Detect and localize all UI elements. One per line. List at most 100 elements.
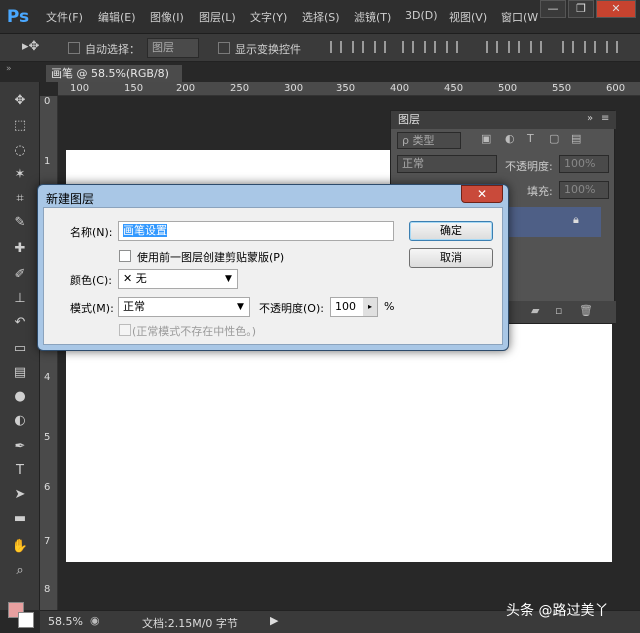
align-top-icon[interactable] — [330, 41, 342, 53]
filter-smart-icon[interactable]: ▤ — [571, 132, 581, 145]
filter-type-icon[interactable]: T — [527, 132, 534, 145]
layer-name-input[interactable]: 画笔设置 — [118, 221, 394, 241]
magic-wand-tool-icon[interactable]: ✶ — [10, 166, 30, 184]
eraser-tool-icon[interactable]: ▭ — [10, 340, 30, 358]
auto-select-checkbox[interactable] — [68, 42, 80, 54]
mode-dropdown[interactable]: 正常 ▼ — [118, 297, 250, 317]
restore-button[interactable]: ❐ — [568, 0, 594, 18]
align-hcenter-icon[interactable] — [424, 41, 436, 53]
menu-filter[interactable]: 滤镜(T) — [354, 9, 391, 25]
dropdown-arrow-icon: ▼ — [225, 274, 232, 284]
panel-collapse-icon[interactable]: » — [587, 113, 593, 124]
zoom-level[interactable]: 58.5% — [48, 615, 83, 628]
align-left-icon[interactable] — [402, 41, 414, 53]
menu-type[interactable]: 文字(Y) — [250, 9, 287, 25]
app-logo: Ps — [6, 7, 30, 27]
crop-tool-icon[interactable]: ⌗ — [10, 190, 30, 208]
align-right-icon[interactable] — [446, 41, 458, 53]
rectangle-tool-icon[interactable]: ▬ — [10, 510, 30, 528]
ruler-tick-label: 300 — [284, 83, 304, 94]
show-transform-label: 显示变换控件 — [235, 43, 301, 56]
opacity-label: 不透明度: — [505, 160, 553, 173]
opacity-value: 100 — [335, 300, 356, 313]
document-tab[interactable]: 画笔 @ 58.5%(RGB/8) × — [46, 65, 182, 97]
marquee-tool-icon[interactable]: ⬚ — [10, 117, 30, 135]
opacity-unit: % — [384, 300, 395, 313]
distribute-right-icon[interactable] — [606, 41, 618, 53]
watermark: 头条 @路过美丫 — [506, 603, 609, 619]
filter-shape-icon[interactable]: ▢ — [549, 132, 559, 145]
eyedropper-tool-icon[interactable]: ✎ — [10, 214, 30, 232]
brush-tool-icon[interactable]: ✐ — [10, 266, 30, 284]
ruler-tick-label: 250 — [230, 83, 250, 94]
hand-tool-icon[interactable]: ✋ — [10, 538, 30, 556]
type-tool-icon[interactable]: T — [10, 462, 30, 480]
distribute-hcenter-icon[interactable] — [584, 41, 596, 53]
clipping-mask-checkbox[interactable] — [119, 250, 131, 262]
status-share-icon[interactable]: ◉ — [90, 614, 100, 627]
distribute-top-icon[interactable] — [486, 41, 498, 53]
color-dropdown[interactable]: ✕ 无 ▼ — [118, 269, 238, 289]
menu-edit[interactable]: 编辑(E) — [98, 9, 136, 25]
minimize-button[interactable]: — — [540, 0, 566, 18]
status-menu-arrow-icon[interactable]: ▶ — [270, 614, 278, 627]
new-group-icon[interactable]: ▰ — [531, 304, 539, 317]
dialog-close-button[interactable]: ✕ — [461, 185, 503, 203]
window-close-button[interactable]: ✕ — [596, 0, 636, 18]
ruler-tick-label: 400 — [390, 83, 410, 94]
dodge-tool-icon[interactable]: ◐ — [10, 412, 30, 430]
filter-pixel-icon[interactable]: ▣ — [481, 132, 491, 145]
neutral-color-checkbox[interactable] — [119, 324, 131, 336]
ok-button[interactable]: 确定 — [409, 221, 493, 241]
layers-panel-title[interactable]: 图层 — [391, 111, 616, 129]
collapse-icon[interactable]: » — [6, 64, 12, 74]
menu-window[interactable]: 窗口(W — [501, 9, 538, 25]
lasso-tool-icon[interactable]: ◌ — [10, 142, 30, 160]
distribute-bottom-icon[interactable] — [530, 41, 542, 53]
gradient-tool-icon[interactable]: ▤ — [10, 364, 30, 382]
menu-layer[interactable]: 图层(L) — [199, 9, 236, 25]
menu-select[interactable]: 选择(S) — [302, 9, 340, 25]
history-brush-tool-icon[interactable]: ↶ — [10, 314, 30, 332]
menu-file[interactable]: 文件(F) — [46, 9, 83, 25]
dialog-body: 名称(N): 画笔设置 使用前一图层创建剪贴蒙版(P) 颜色(C): ✕ 无 ▼… — [43, 207, 503, 345]
ruler-tick-label: 450 — [444, 83, 464, 94]
zoom-tool-icon[interactable]: ⌕ — [10, 562, 30, 580]
auto-select-label: 自动选择： — [85, 43, 140, 56]
healing-brush-tool-icon[interactable]: ✚ — [10, 240, 30, 258]
panel-menu-icon[interactable]: ≡ — [601, 113, 609, 124]
show-transform-checkbox[interactable] — [218, 42, 230, 54]
cancel-button[interactable]: 取消 — [409, 248, 493, 268]
menu-image[interactable]: 图像(I) — [150, 9, 184, 25]
menu-3d[interactable]: 3D(D) — [405, 9, 438, 22]
fill-field[interactable]: 100% — [559, 181, 609, 199]
ruler-vertical: 0 1 2 3 4 5 6 7 8 — [40, 96, 58, 610]
neutral-color-label: (正常模式不存在中性色。) — [132, 325, 257, 338]
menu-view[interactable]: 视图(V) — [449, 9, 487, 25]
move-tool-icon[interactable]: ✥ — [10, 92, 30, 110]
move-tool-icon[interactable]: ▸✥ — [22, 39, 39, 54]
opacity-input[interactable]: 100 ▸ — [330, 297, 378, 317]
ruler-tick-label: 5 — [44, 432, 51, 443]
distribute-vcenter-icon[interactable] — [508, 41, 520, 53]
distribute-left-icon[interactable] — [562, 41, 574, 53]
layer-filter-dropdown[interactable]: ρ 类型 — [397, 132, 461, 149]
color-value: 无 — [135, 272, 147, 285]
ruler-tick-label: 200 — [176, 83, 196, 94]
align-bottom-icon[interactable] — [374, 41, 386, 53]
blur-tool-icon[interactable]: ● — [10, 388, 30, 406]
pen-tool-icon[interactable]: ✒ — [10, 438, 30, 456]
opacity-field[interactable]: 100% — [559, 155, 609, 173]
path-selection-tool-icon[interactable]: ➤ — [10, 486, 30, 504]
background-color-swatch[interactable] — [18, 612, 34, 628]
auto-select-dropdown[interactable]: 图层 — [147, 38, 199, 58]
filter-adjust-icon[interactable]: ◐ — [505, 132, 515, 145]
align-vcenter-icon[interactable] — [352, 41, 364, 53]
fill-label: 填充: — [527, 185, 553, 198]
ruler-tick-label: 550 — [552, 83, 572, 94]
new-layer-icon[interactable]: ▫ — [555, 304, 562, 317]
delete-layer-icon[interactable]: 🗑︎ — [579, 304, 593, 317]
blend-mode-dropdown[interactable]: 正常 — [397, 155, 497, 173]
opacity-slider-arrow-icon[interactable]: ▸ — [363, 298, 377, 316]
clone-stamp-tool-icon[interactable]: ⊥ — [10, 290, 30, 308]
